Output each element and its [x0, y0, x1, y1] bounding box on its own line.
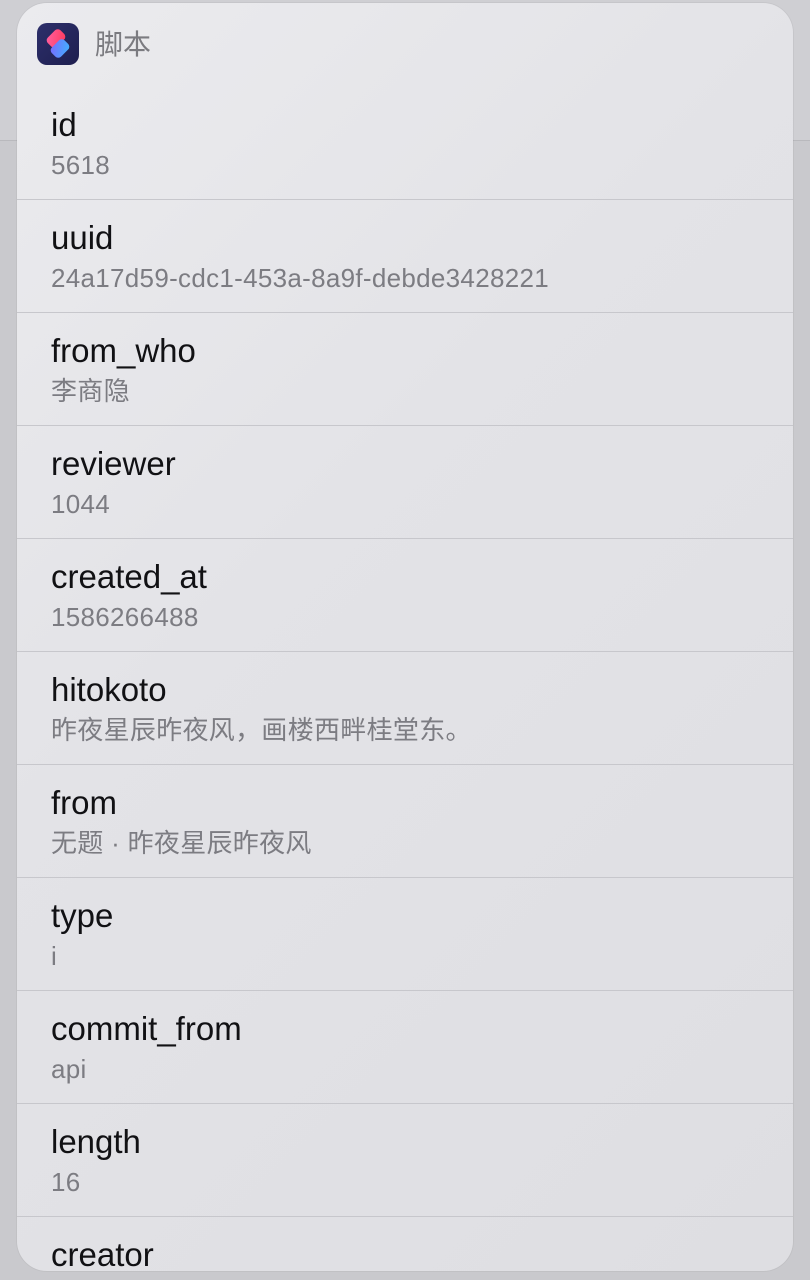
list-item[interactable]: from_who 李商隐	[17, 313, 793, 426]
result-list: id 5618 uuid 24a17d59-cdc1-453a-8a9f-deb…	[17, 87, 793, 1271]
item-value: 1044	[51, 489, 111, 519]
shortcuts-app-icon	[37, 23, 79, 65]
item-key: length	[51, 1123, 141, 1160]
item-key: creator	[51, 1236, 154, 1271]
item-key: uuid	[51, 219, 114, 256]
list-item[interactable]: from 无题 · 昨夜星辰昨夜风	[17, 765, 793, 878]
shortcuts-logo-icon	[46, 29, 70, 58]
item-value: 1586266488	[51, 602, 199, 632]
list-item[interactable]: commit_from api	[17, 991, 793, 1104]
item-key: id	[51, 106, 77, 143]
item-key: created_at	[51, 558, 207, 595]
list-item[interactable]: hitokoto 昨夜星辰昨夜风，画楼西畔桂堂东。	[17, 652, 793, 765]
item-key: from_who	[51, 332, 196, 369]
script-result-card: 脚本 id 5618 uuid 24a17d59-cdc1-453a-8a9f-…	[17, 3, 793, 1271]
item-key: hitokoto	[51, 671, 167, 708]
list-item[interactable]: type i	[17, 878, 793, 991]
item-key: reviewer	[51, 445, 176, 482]
list-item[interactable]: uuid 24a17d59-cdc1-453a-8a9f-debde342822…	[17, 200, 793, 313]
item-value: 5618	[51, 150, 111, 180]
app-title: 脚本	[95, 29, 152, 60]
item-key: commit_from	[51, 1010, 242, 1047]
item-value: 16	[51, 1167, 81, 1197]
item-value: 无题 · 昨夜星辰昨夜风	[51, 828, 312, 858]
item-value: 昨夜星辰昨夜风，画楼西畔桂堂东。	[51, 715, 472, 745]
item-value: 24a17d59-cdc1-453a-8a9f-debde3428221	[51, 263, 549, 293]
item-value: 李商隐	[51, 376, 130, 406]
item-value: api	[51, 1054, 87, 1084]
list-item[interactable]: creator	[17, 1217, 793, 1271]
list-item[interactable]: id 5618	[17, 87, 793, 200]
list-item[interactable]: reviewer 1044	[17, 426, 793, 539]
item-key: from	[51, 784, 117, 821]
list-item[interactable]: created_at 1586266488	[17, 539, 793, 652]
list-item[interactable]: length 16	[17, 1104, 793, 1217]
item-value: i	[51, 941, 58, 971]
item-key: type	[51, 897, 114, 934]
card-header: 脚本	[17, 3, 793, 85]
